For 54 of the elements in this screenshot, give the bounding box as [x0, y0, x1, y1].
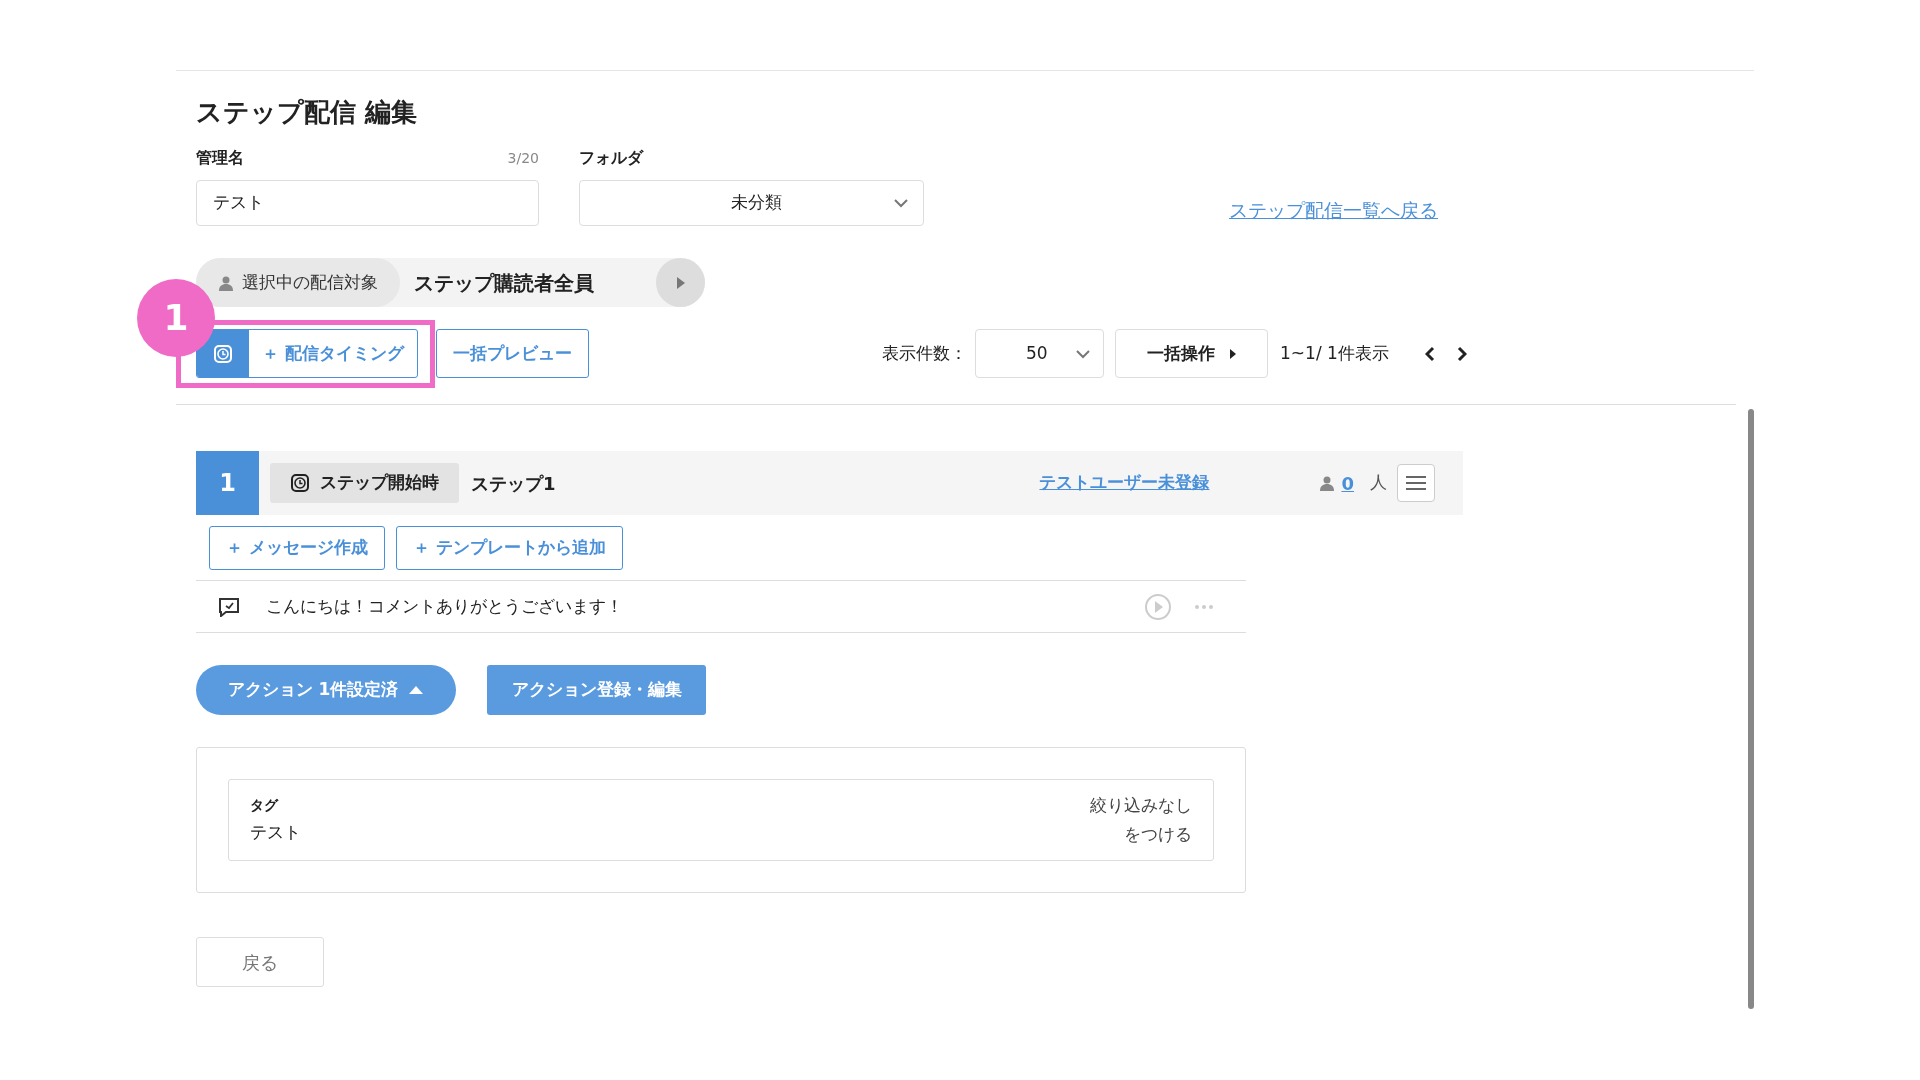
add-button[interactable]: ＋ メッセージ作成	[209, 526, 385, 570]
person-icon	[218, 274, 234, 291]
more-options-icon[interactable]	[1194, 603, 1214, 610]
action-type: タグ	[250, 795, 280, 815]
clock-icon	[290, 473, 310, 493]
target-selector[interactable]: 選択中の配信対象 ステップ購読者全員	[196, 258, 705, 307]
message-text: こんにちは！コメントありがとうございます！	[266, 594, 624, 618]
chevron-down-icon	[1075, 348, 1091, 359]
field-label: フォルダ	[579, 147, 643, 169]
dots-icon	[1194, 603, 1214, 610]
operation-text: をつける	[1124, 823, 1192, 846]
target-label: 選択中の配信対象	[196, 258, 400, 307]
menu-icon	[1405, 475, 1427, 491]
clock-icon	[213, 343, 233, 364]
bulk-action-button[interactable]: 一括操作	[1115, 329, 1268, 378]
folder-select[interactable]: 未分類	[579, 180, 924, 226]
play-icon	[675, 275, 686, 290]
page-range: 1~1/ 1件表示	[1280, 341, 1389, 365]
back-to-list-link[interactable]: ステップ配信一覧へ戻る	[1229, 196, 1438, 225]
preview-button[interactable]: 一括プレビュー	[436, 329, 589, 378]
step-name: ステップ1	[471, 471, 556, 496]
filter-text: 絞り込みなし	[1090, 793, 1192, 817]
step-number: 1	[196, 451, 259, 515]
action-value: テスト	[250, 820, 301, 844]
per-page-select[interactable]: 50	[975, 329, 1104, 378]
chevron-right-icon	[1456, 345, 1467, 362]
name-input-field[interactable]: テスト	[196, 180, 539, 226]
char-counter: 3/20	[507, 148, 539, 168]
chat-bubble-icon	[218, 596, 240, 617]
chevron-down-icon	[893, 198, 909, 208]
arrow-button[interactable]	[656, 258, 705, 307]
count-unit: 人	[1370, 471, 1387, 495]
scrollbar[interactable]	[1748, 409, 1754, 1009]
subscriber-count-link[interactable]: 0	[1341, 469, 1354, 497]
back-button[interactable]: 戻る	[196, 937, 324, 987]
play-circle-icon	[1144, 592, 1172, 621]
actions-toggle[interactable]: アクション 1件設定済	[196, 665, 456, 715]
actions-edit-button[interactable]: アクション登録・編集	[487, 665, 706, 715]
menu-button[interactable]	[1397, 464, 1435, 502]
per-page-label: 表示件数：	[882, 341, 967, 365]
test-user-link[interactable]: テストユーザー未登録	[1039, 470, 1210, 496]
page-title: ステップ配信 編集	[196, 96, 419, 129]
step-number-badge: 1	[137, 279, 215, 357]
message-row[interactable]: こんにちは！コメントありがとうございます！	[196, 581, 1246, 632]
target-value: ステップ購読者全員	[414, 269, 595, 297]
add-button[interactable]: ＋ テンプレートから追加	[395, 526, 623, 570]
caret-up-icon	[408, 685, 425, 695]
person-icon	[1319, 475, 1336, 491]
timing-button[interactable]: ＋ 配信タイミング	[196, 329, 418, 378]
field-label: 管理名	[196, 147, 244, 169]
caret-right-icon	[1228, 347, 1237, 360]
chevron-left-icon	[1424, 345, 1435, 362]
timing-tag[interactable]: ステップ開始時	[270, 463, 459, 503]
play-button[interactable]	[1144, 592, 1172, 621]
